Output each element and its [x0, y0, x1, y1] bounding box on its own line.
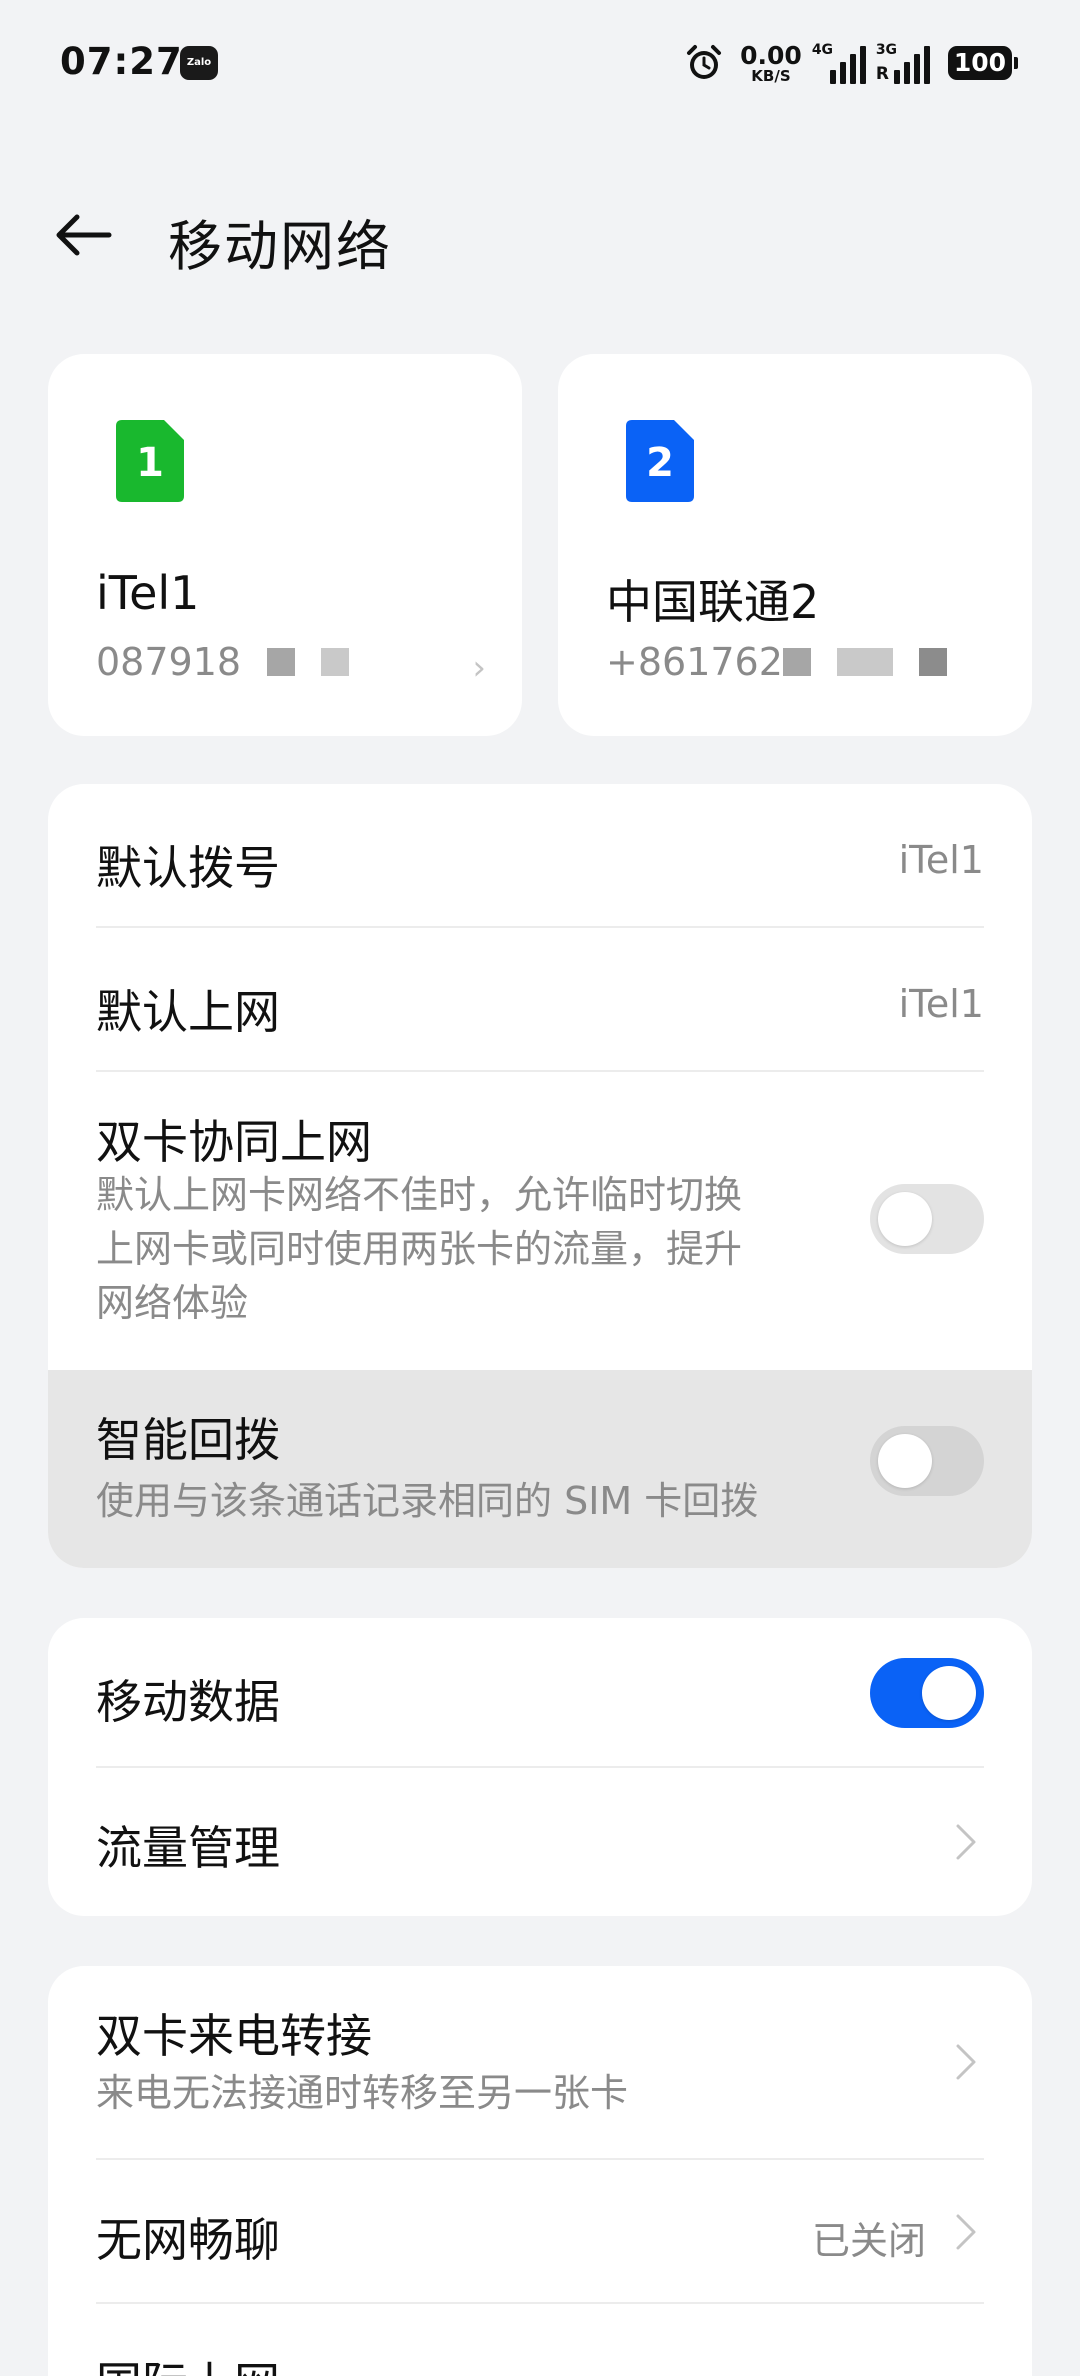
redacted-digits: [836, 648, 865, 676]
zalo-icon: Zalo: [180, 46, 218, 80]
call-settings-group: 双卡来电转接 来电无法接通时转移至另一张卡 无网畅聊 已关闭 国际上网: [48, 1966, 1032, 2376]
redacted-digits: [321, 648, 350, 676]
chevron-right-icon: [956, 2044, 976, 2080]
sim-number: 087918: [96, 640, 350, 684]
signal-icon-sim1: 4G: [812, 42, 866, 84]
app-header: 移动网络: [0, 190, 1080, 280]
redacted-digits: [782, 648, 811, 676]
alarm-icon: [684, 43, 724, 83]
default-dial-row[interactable]: 默认拨号 iTel1: [48, 784, 1032, 928]
default-data-row[interactable]: 默认上网 iTel1: [48, 928, 1032, 1072]
redacted-digits: [267, 648, 296, 676]
battery-icon: 100: [947, 46, 1019, 80]
data-settings-group: 移动数据 流量管理: [48, 1618, 1032, 1916]
sim-settings-group: 默认拨号 iTel1 默认上网 iTel1 双卡协同上网 默认上网卡网络不佳时，…: [48, 784, 1032, 1568]
chevron-right-icon: [956, 2214, 976, 2250]
sim-name: iTel1: [96, 566, 200, 620]
status-time: 07:27: [60, 40, 183, 83]
back-button[interactable]: [48, 200, 118, 270]
redacted-digits: [918, 648, 947, 676]
sim-number: +861762: [606, 640, 947, 684]
sim-card-icon: 1: [116, 420, 184, 502]
dual-sim-data-row[interactable]: 双卡协同上网 默认上网卡网络不佳时，允许临时切换 上网卡或同时使用两张卡的流量，…: [48, 1072, 1032, 1370]
page-title: 移动网络: [168, 215, 392, 278]
sim-card-2[interactable]: 2 中国联通2 +861762: [558, 354, 1032, 736]
dual-sim-data-toggle[interactable]: [870, 1184, 984, 1254]
wifi-calling-row[interactable]: 无网畅聊 已关闭: [48, 2160, 1032, 2304]
redacted-digits: [864, 648, 893, 676]
smart-callback-row[interactable]: 智能回拨 使用与该条通话记录相同的 SIM 卡回拨: [48, 1370, 1032, 1568]
chevron-right-icon: [956, 1824, 976, 1860]
svg-text:2: 2: [646, 440, 674, 486]
svg-text:1: 1: [136, 440, 164, 486]
signal-icon-sim2: 3G R: [876, 42, 930, 84]
mobile-data-row[interactable]: 移动数据: [48, 1618, 1032, 1768]
sim-card-icon: 2: [626, 420, 694, 502]
call-forward-row[interactable]: 双卡来电转接 来电无法接通时转移至另一张卡: [48, 1966, 1032, 2160]
status-icons: 0.00 KB/S 4G 3G R 100: [684, 38, 1019, 88]
network-speed: 0.00 KB/S: [740, 40, 802, 85]
smart-callback-toggle[interactable]: [870, 1426, 984, 1496]
intl-roaming-row[interactable]: 国际上网: [48, 2304, 1032, 2376]
data-usage-row[interactable]: 流量管理: [48, 1768, 1032, 1916]
mobile-data-toggle[interactable]: [870, 1658, 984, 1728]
chevron-right-icon: ›: [472, 648, 486, 688]
sim-card-1[interactable]: 1 iTel1 087918 ›: [48, 354, 522, 736]
arrow-left-icon: [56, 214, 112, 256]
status-bar: 07:27 Zalo 0.00 KB/S 4G 3G R 100: [0, 0, 1080, 130]
sim-name: 中国联通2: [606, 575, 820, 629]
